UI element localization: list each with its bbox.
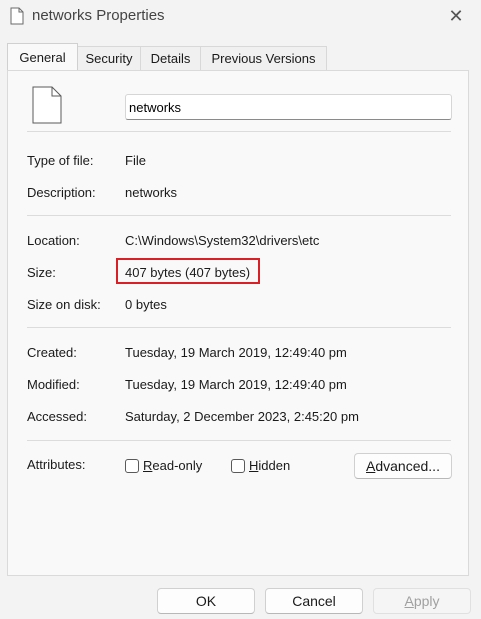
apply-button[interactable]: Apply xyxy=(373,588,471,614)
accessed-value: Saturday, 2 December 2023, 2:45:20 pm xyxy=(125,409,359,424)
size-on-disk-label: Size on disk: xyxy=(27,297,101,312)
tab-label: Security xyxy=(85,51,133,66)
checkbox-box[interactable] xyxy=(125,458,139,473)
modified-value: Tuesday, 19 March 2019, 12:49:40 pm xyxy=(125,377,347,392)
created-value: Tuesday, 19 March 2019, 12:49:40 pm xyxy=(125,345,347,360)
tab-general[interactable]: General xyxy=(7,43,78,70)
size-label: Size: xyxy=(27,265,56,280)
read-only-label: Read-only xyxy=(143,458,203,473)
modified-label: Modified: xyxy=(27,377,80,392)
advanced-button[interactable]: Advanced... xyxy=(354,453,452,479)
description-label: Description: xyxy=(27,185,96,200)
ok-button[interactable]: OK xyxy=(157,588,255,614)
attributes-label: Attributes: xyxy=(27,457,86,472)
location-value: C:\Windows\System32\drivers\etc xyxy=(125,233,320,248)
tab-label: Previous Versions xyxy=(211,51,316,66)
file-name-input[interactable] xyxy=(125,94,452,120)
close-button[interactable]: ✕ xyxy=(441,2,471,30)
type-of-file-label: Type of file: xyxy=(27,153,94,168)
size-on-disk-value: 0 bytes xyxy=(125,297,167,312)
title-bar: networks Properties ✕ xyxy=(0,0,481,34)
cancel-button[interactable]: Cancel xyxy=(265,588,363,614)
location-label: Location: xyxy=(27,233,80,248)
document-icon xyxy=(10,7,24,25)
tab-label: Details xyxy=(150,51,191,66)
size-highlight-box xyxy=(116,258,260,284)
tab-details[interactable]: Details xyxy=(140,46,201,70)
accessed-label: Accessed: xyxy=(27,409,87,424)
tab-security[interactable]: Security xyxy=(77,46,141,70)
description-value: networks xyxy=(125,185,178,200)
hidden-checkbox[interactable]: Hidden xyxy=(231,458,290,473)
hidden-label: Hidden xyxy=(249,458,291,473)
document-icon xyxy=(32,86,62,124)
type-of-file-value: File xyxy=(125,153,146,168)
tab-previous-versions[interactable]: Previous Versions xyxy=(200,46,327,70)
created-label: Created: xyxy=(27,345,77,360)
read-only-checkbox[interactable]: Read-only xyxy=(125,458,202,473)
general-panel: Type of file: File Description: networks… xyxy=(7,70,469,576)
tab-label: General xyxy=(19,49,66,65)
checkbox-box[interactable] xyxy=(231,458,245,473)
window-title: networks Properties xyxy=(32,7,165,24)
close-icon: ✕ xyxy=(448,5,464,26)
separator xyxy=(27,131,451,132)
separator xyxy=(27,327,451,328)
separator xyxy=(27,215,451,216)
separator xyxy=(27,440,451,441)
